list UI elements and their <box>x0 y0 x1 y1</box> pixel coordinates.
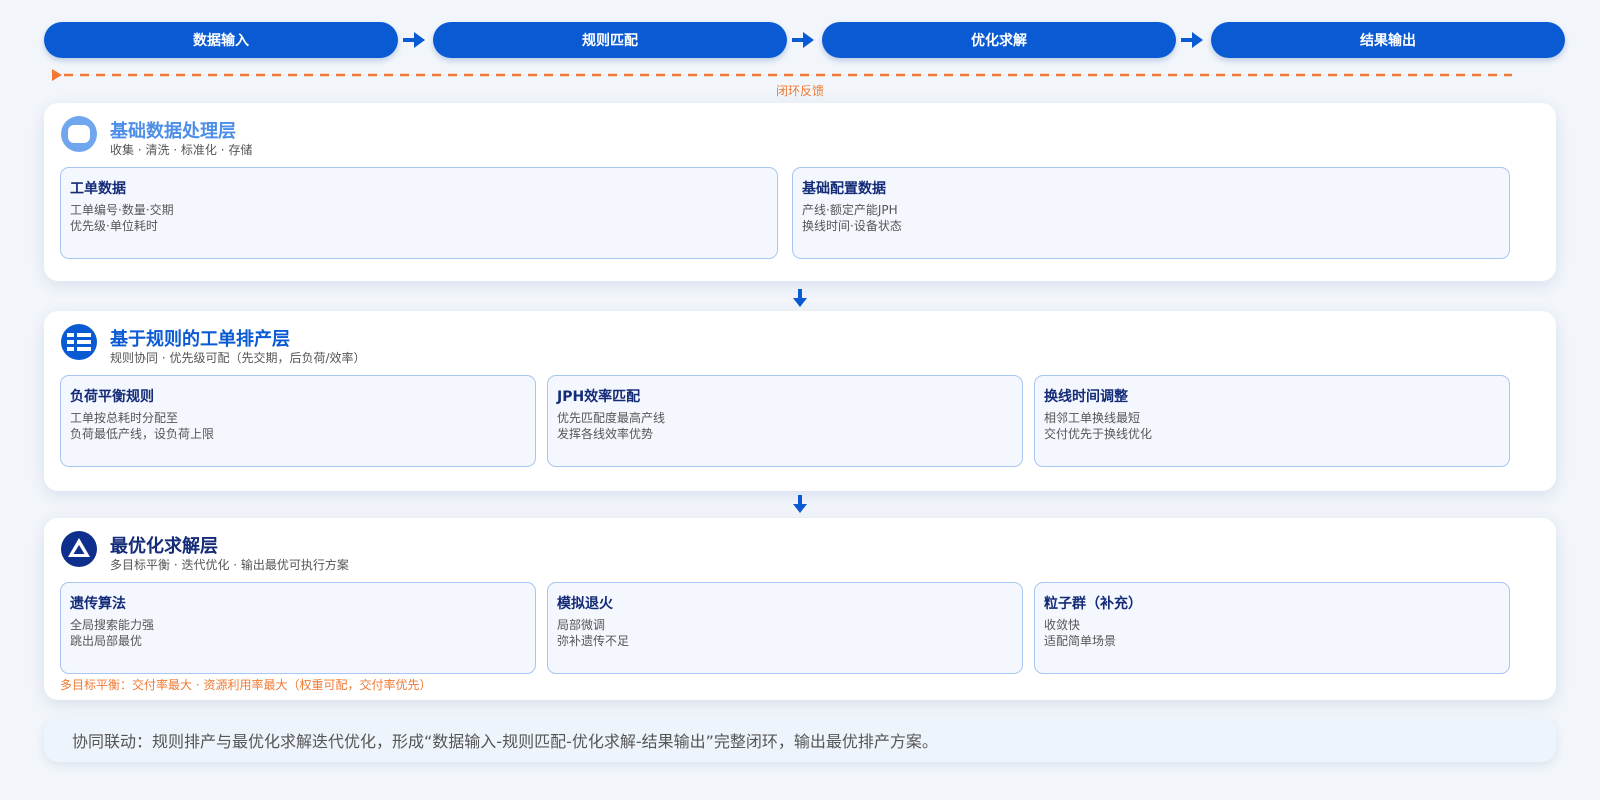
layer-rule-scheduling: 基于规则的工单排产层 规则协同 · 优先级可配（先交期，后负荷/效率） 负荷平衡… <box>44 311 1556 491</box>
card-jph-match: JPH效率匹配 优先匹配度最高产线 发挥各线效率优势 <box>547 375 1023 467</box>
flow-arrow-icon <box>792 32 814 48</box>
down-arrow-icon <box>793 495 807 513</box>
card-simulated-annealing: 模拟退火 局部微调 弥补遗传不足 <box>547 582 1023 674</box>
flow-step-rule-matching: 规则匹配 <box>433 22 787 58</box>
triangle-optimize-icon <box>61 531 97 567</box>
down-arrow-icon <box>793 289 807 307</box>
feedback-label: 闭环反馈 <box>776 84 825 98</box>
layer-title: 基于规则的工单排产层 <box>110 329 290 350</box>
layer-title: 最优化求解层 <box>110 536 218 557</box>
layer-subtitle: 规则协同 · 优先级可配（先交期，后负荷/效率） <box>110 351 366 365</box>
rules-list-icon <box>61 324 97 360</box>
summary-bar: 协同联动：规则排产与最优化求解迭代优化，形成“数据输入-规则匹配-优化求解-结果… <box>44 718 1556 762</box>
layer-data-processing: 基础数据处理层 收集 · 清洗 · 标准化 · 存储 工单数据 工单编号·数量·… <box>44 103 1556 281</box>
feedback-arrow-icon <box>52 69 62 81</box>
layer-subtitle: 收集 · 清洗 · 标准化 · 存储 <box>110 143 253 157</box>
layer-optimization: 最优化求解层 多目标平衡 · 迭代优化 · 输出最优可执行方案 遗传算法 全局搜… <box>44 518 1556 700</box>
flow-step-data-input: 数据输入 <box>44 22 398 58</box>
flow-arrow-icon <box>403 32 425 48</box>
process-flow: 数据输入 规则匹配 优化求解 结果输出 <box>44 22 1590 58</box>
feedback-loop-line <box>52 69 1512 81</box>
card-changeover: 换线时间调整 相邻工单换线最短 交付优先于换线优化 <box>1034 375 1510 467</box>
layer-subtitle: 多目标平衡 · 迭代优化 · 输出最优可执行方案 <box>110 558 349 572</box>
flow-step-optimization: 优化求解 <box>822 22 1176 58</box>
card-particle-swarm: 粒子群（补充） 收敛快 适配简单场景 <box>1034 582 1510 674</box>
database-icon <box>61 116 97 152</box>
flow-step-result-output: 结果输出 <box>1211 22 1565 58</box>
flow-arrow-icon <box>1181 32 1203 48</box>
card-config-data: 基础配置数据 产线·额定产能JPH 换线时间·设备状态 <box>792 167 1510 259</box>
layer-title: 基础数据处理层 <box>110 121 236 142</box>
multi-objective-note: 多目标平衡：交付率最大 · 资源利用率最大（权重可配，交付率优先） <box>60 678 432 692</box>
card-load-balance: 负荷平衡规则 工单按总耗时分配至 负荷最低产线，设负荷上限 <box>60 375 536 467</box>
card-work-order-data: 工单数据 工单编号·数量·交期 优先级·单位耗时 <box>60 167 778 259</box>
card-genetic-algorithm: 遗传算法 全局搜索能力强 跳出局部最优 <box>60 582 536 674</box>
summary-text: 协同联动：规则排产与最优化求解迭代优化，形成“数据输入-规则匹配-优化求解-结果… <box>72 732 938 751</box>
